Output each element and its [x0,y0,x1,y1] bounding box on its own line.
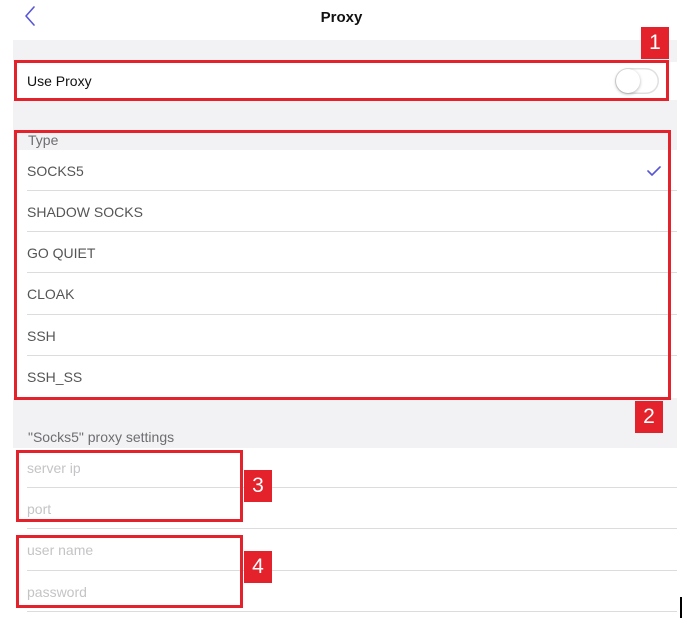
password-row [13,571,677,612]
callout-badge-1: 1 [641,27,669,59]
callout-badge-2: 2 [635,401,663,433]
username-row [13,529,677,571]
username-input[interactable] [27,540,627,560]
type-option-ssh-ss[interactable]: SSH_SS [13,356,677,398]
server-ip-row [13,448,677,488]
proxy-settings-header: "Socks5" proxy settings [28,429,175,445]
use-proxy-row: Use Proxy [13,62,677,100]
type-option-label: SSH [27,327,56,344]
callout-badge-3: 3 [244,470,272,502]
type-option-label: SSH_SS [27,369,83,385]
type-option-socks5[interactable]: SOCKS5 [13,150,677,191]
type-option-ssh[interactable]: SSH [13,315,677,356]
type-option-cloak[interactable]: CLOAK [13,273,677,315]
section-spacer [13,40,677,62]
text-cursor [680,597,682,618]
type-option-label: GO QUIET [27,244,96,261]
type-option-go-quiet[interactable]: GO QUIET [13,232,677,273]
section-spacer [13,100,677,150]
type-option-label: SOCKS5 [27,162,84,179]
page-title: Proxy [320,9,363,26]
navigation-bar: Proxy [0,0,683,36]
type-option-label: SHADOW SOCKS [27,203,143,220]
password-input[interactable] [27,582,627,602]
port-input[interactable] [27,499,627,519]
toggle-knob [616,69,640,93]
type-option-shadow-socks[interactable]: SHADOW SOCKS [13,191,677,232]
server-ip-input[interactable] [27,458,627,478]
port-row [13,488,677,529]
use-proxy-label: Use Proxy [27,73,92,89]
type-section-header: Type [28,132,59,148]
use-proxy-toggle[interactable] [615,68,659,94]
type-option-label: CLOAK [27,286,75,302]
checkmark-icon [647,165,661,176]
callout-badge-4: 4 [244,551,272,583]
